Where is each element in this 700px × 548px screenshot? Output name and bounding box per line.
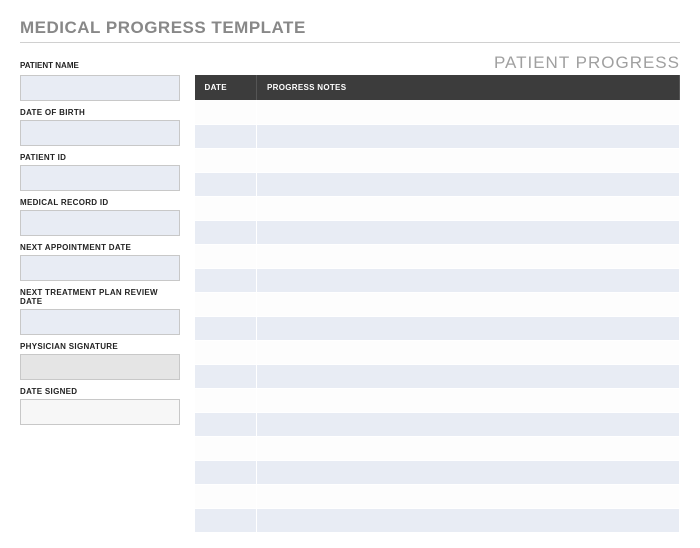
table-row (195, 508, 680, 532)
table-cell-notes[interactable] (257, 148, 680, 172)
table-cell-notes[interactable] (257, 196, 680, 220)
table-row (195, 220, 680, 244)
table-cell-notes[interactable] (257, 364, 680, 388)
table-cell-notes[interactable] (257, 460, 680, 484)
document-subtitle: PATIENT PROGRESS (494, 53, 680, 73)
table-row (195, 412, 680, 436)
table-cell-date[interactable] (195, 220, 257, 244)
patient-info-sidebar: DATE OF BIRTH PATIENT ID MEDICAL RECORD … (20, 75, 180, 533)
table-cell-date[interactable] (195, 508, 257, 532)
table-row (195, 100, 680, 124)
table-row (195, 244, 680, 268)
table-row (195, 148, 680, 172)
table-cell-notes[interactable] (257, 220, 680, 244)
table-cell-notes[interactable] (257, 268, 680, 292)
table-cell-notes[interactable] (257, 388, 680, 412)
medical-record-id-field[interactable] (20, 210, 180, 236)
table-cell-notes[interactable] (257, 340, 680, 364)
table-cell-date[interactable] (195, 316, 257, 340)
table-cell-notes[interactable] (257, 172, 680, 196)
table-cell-date[interactable] (195, 460, 257, 484)
table-cell-date[interactable] (195, 364, 257, 388)
table-cell-notes[interactable] (257, 100, 680, 124)
table-row (195, 268, 680, 292)
table-cell-date[interactable] (195, 196, 257, 220)
table-cell-notes[interactable] (257, 412, 680, 436)
dob-field[interactable] (20, 120, 180, 146)
table-header-date: DATE (195, 75, 257, 100)
table-cell-notes[interactable] (257, 508, 680, 532)
table-cell-notes[interactable] (257, 124, 680, 148)
patient-id-field[interactable] (20, 165, 180, 191)
table-cell-date[interactable] (195, 436, 257, 460)
table-cell-date[interactable] (195, 340, 257, 364)
table-row (195, 196, 680, 220)
table-cell-date[interactable] (195, 412, 257, 436)
table-cell-notes[interactable] (257, 316, 680, 340)
table-cell-notes[interactable] (257, 244, 680, 268)
table-cell-date[interactable] (195, 484, 257, 508)
date-signed-field[interactable] (20, 399, 180, 425)
table-row (195, 460, 680, 484)
table-cell-date[interactable] (195, 244, 257, 268)
table-row (195, 340, 680, 364)
next-review-label: NEXT TREATMENT PLAN REVIEW DATE (20, 288, 180, 306)
next-review-field[interactable] (20, 309, 180, 335)
table-row (195, 436, 680, 460)
document-title: MEDICAL PROGRESS TEMPLATE (20, 18, 680, 43)
table-row (195, 316, 680, 340)
table-row (195, 124, 680, 148)
table-cell-date[interactable] (195, 172, 257, 196)
patient-name-label: PATIENT NAME (20, 61, 79, 70)
physician-signature-label: PHYSICIAN SIGNATURE (20, 342, 180, 351)
dob-label: DATE OF BIRTH (20, 108, 180, 117)
table-cell-date[interactable] (195, 292, 257, 316)
table-cell-date[interactable] (195, 148, 257, 172)
table-cell-notes[interactable] (257, 292, 680, 316)
patient-name-field[interactable] (20, 75, 180, 101)
table-row (195, 172, 680, 196)
next-appointment-field[interactable] (20, 255, 180, 281)
progress-notes-table: DATE PROGRESS NOTES (194, 75, 680, 533)
table-cell-date[interactable] (195, 124, 257, 148)
table-cell-date[interactable] (195, 268, 257, 292)
table-row (195, 484, 680, 508)
table-cell-date[interactable] (195, 388, 257, 412)
table-header-notes: PROGRESS NOTES (257, 75, 680, 100)
table-cell-notes[interactable] (257, 436, 680, 460)
date-signed-label: DATE SIGNED (20, 387, 180, 396)
table-row (195, 388, 680, 412)
patient-id-label: PATIENT ID (20, 153, 180, 162)
medical-record-id-label: MEDICAL RECORD ID (20, 198, 180, 207)
physician-signature-field[interactable] (20, 354, 180, 380)
table-cell-date[interactable] (195, 100, 257, 124)
next-appointment-label: NEXT APPOINTMENT DATE (20, 243, 180, 252)
table-cell-notes[interactable] (257, 484, 680, 508)
table-row (195, 364, 680, 388)
table-row (195, 292, 680, 316)
